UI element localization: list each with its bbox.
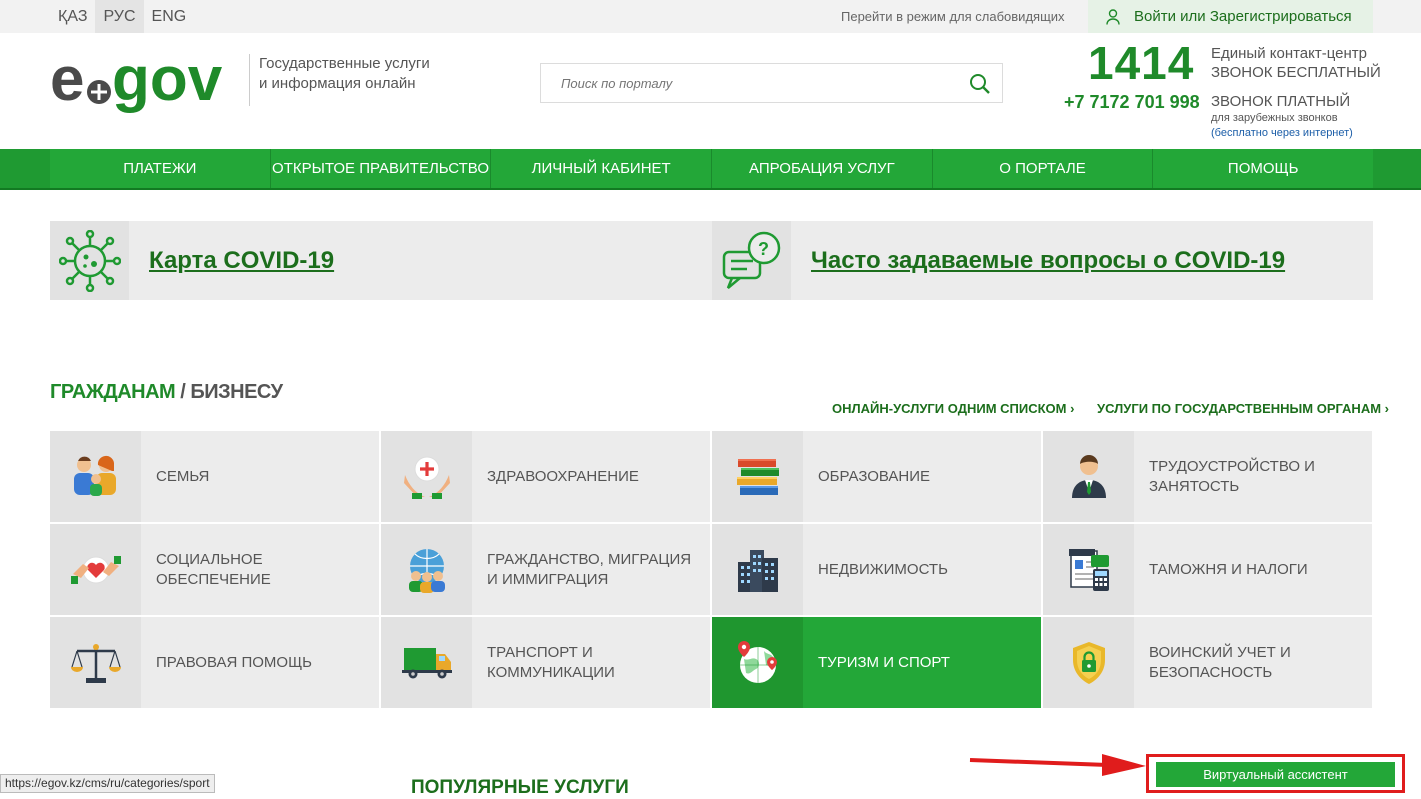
lang-rus[interactable]: РУС [95, 0, 144, 33]
free-internet-link[interactable]: (бесплатно через интернет) [1211, 127, 1353, 139]
tab-citizens[interactable]: ГРАЖДАНАМ [50, 381, 176, 403]
category-employment[interactable]: Трудоустройство и занятость [1043, 431, 1372, 522]
category-label: Воинский учет и безопасность [1149, 643, 1291, 681]
lang-eng[interactable]: ENG [144, 0, 195, 33]
category-label: Правовая помощь [156, 653, 312, 671]
search-icon[interactable] [968, 72, 992, 96]
tax-document-icon [1068, 548, 1109, 591]
category-grid: Семья Здравоохранение Образование Трудоу… [50, 431, 1373, 708]
category-military-security[interactable]: Воинский учет и безопасность [1043, 617, 1372, 708]
red-arrow-annotation [969, 754, 1146, 776]
covid-faq-link[interactable]: Часто задаваемые вопросы о COVID-19 [811, 247, 1285, 275]
tagline-line-2: и информация онлайн [259, 75, 416, 92]
egov-logo[interactable]: e gov [50, 52, 240, 116]
category-citizenship-migration[interactable]: Гражданство, миграция и иммиграция [381, 524, 710, 615]
svg-text:e: e [50, 52, 84, 114]
family-icon [73, 455, 116, 496]
category-label: Транспорт и коммуникации [487, 643, 615, 681]
category-label: Семья [156, 467, 210, 485]
login-button[interactable]: Войти или Зарегистрироваться [1088, 0, 1373, 33]
user-icon [1106, 8, 1120, 25]
online-services-list-link[interactable]: ОНЛАЙН-УСЛУГИ ОДНИМ СПИСКОМ › [832, 401, 1074, 416]
search-box [540, 63, 1003, 103]
status-bar-url: https://egov.kz/cms/ru/categories/sport [0, 774, 215, 793]
site-tagline: Государственные услуги и информация онла… [249, 54, 430, 106]
category-social-security[interactable]: Социальное обеспечение [50, 524, 379, 615]
truck-icon [401, 647, 452, 678]
tab-business[interactable]: БИЗНЕСУ [190, 381, 283, 403]
online-list-label: ОНЛАЙН-УСЛУГИ ОДНИМ СПИСКОМ [832, 401, 1067, 416]
category-label: Гражданство, миграция и иммиграция [487, 550, 692, 588]
contact-center-info: Единый контакт-центр ЗВОНОК БЕСПЛАТНЫЙ [1211, 44, 1381, 82]
paid-number[interactable]: +7 7172 701 998 [1064, 92, 1200, 113]
nav-help[interactable]: ПОМОЩЬ [1153, 149, 1373, 188]
category-label: Туризм и спорт [818, 653, 950, 671]
category-label: Недвижимость [818, 560, 948, 578]
category-legal-aid[interactable]: Правовая помощь [50, 617, 379, 708]
covid-map-link[interactable]: Карта COVID-19 [149, 247, 334, 275]
by-agency-label: УСЛУГИ ПО ГОСУДАРСТВЕННЫМ ОРГАНАМ [1097, 401, 1382, 416]
nav-open-government[interactable]: ОТКРЫТОЕ ПРАВИТЕЛЬСТВО [271, 149, 492, 188]
category-healthcare[interactable]: Здравоохранение [381, 431, 710, 522]
svg-text:gov: gov [112, 52, 223, 114]
faq-chat-icon: ? [722, 231, 780, 289]
search-input[interactable] [541, 64, 941, 102]
category-transport[interactable]: Транспорт и коммуникации [381, 617, 710, 708]
popular-services-heading: ПОПУЛЯРНЫЕ УСЛУГИ [411, 777, 629, 798]
nav-personal-cabinet[interactable]: ЛИЧНЫЙ КАБИНЕТ [491, 149, 713, 188]
covid-faq-banner[interactable]: ? Часто задаваемые вопросы о COVID-19 [712, 221, 1373, 300]
contact-center-label: Единый контакт-центр [1211, 45, 1368, 62]
category-real-estate[interactable]: Недвижимость [712, 524, 1041, 615]
category-label: Образование [818, 467, 931, 485]
healthcare-icon [403, 456, 450, 499]
category-label: Таможня и налоги [1149, 560, 1308, 578]
virtual-assistant-button[interactable]: Виртуальный ассистент [1156, 762, 1395, 787]
lang-kaz[interactable]: ҚАЗ [50, 0, 95, 33]
globe-pin-icon [737, 640, 777, 683]
tab-separator: / [175, 381, 191, 403]
paid-call-label: ЗВОНОК ПЛАТНЫЙ [1211, 93, 1351, 110]
tagline-line-1: Государственные услуги [259, 55, 430, 72]
assistant-highlight: Виртуальный ассистент [1146, 754, 1405, 793]
nav-service-testing[interactable]: АПРОБАЦИЯ УСЛУГ [712, 149, 933, 188]
globe-people-icon [408, 548, 445, 593]
login-label: Войти или Зарегистрироваться [1134, 8, 1352, 25]
buildings-icon [737, 549, 778, 592]
language-switcher: ҚАЗ РУС ENG [50, 0, 194, 33]
scales-icon [70, 643, 121, 683]
nav-payments[interactable]: ПЛАТЕЖИ [50, 149, 271, 188]
category-education[interactable]: Образование [712, 431, 1041, 522]
covid-map-banner[interactable]: Карта COVID-19 [50, 221, 712, 300]
audience-switcher: ГРАЖДАНАМ / БИЗНЕСУ [50, 381, 283, 404]
category-label: Трудоустройство и занятость [1149, 457, 1315, 495]
top-bar: ҚАЗ РУС ENG Перейти в режим для слабовид… [0, 0, 1421, 33]
svg-text:?: ? [758, 239, 769, 259]
books-icon [736, 458, 779, 495]
shield-lock-icon [1072, 641, 1105, 684]
free-call-label: ЗВОНОК БЕСПЛАТНЫЙ [1211, 64, 1381, 81]
chevron-right-icon: › [1384, 401, 1390, 416]
heart-hands-icon [70, 555, 121, 584]
chevron-right-icon: › [1070, 401, 1075, 416]
worker-icon [1071, 454, 1106, 498]
category-customs-taxes[interactable]: Таможня и налоги [1043, 524, 1372, 615]
nav-about[interactable]: О ПОРТАЛЕ [933, 149, 1154, 188]
virus-icon [58, 229, 121, 292]
main-nav: ПЛАТЕЖИ ОТКРЫТОЕ ПРАВИТЕЛЬСТВО ЛИЧНЫЙ КА… [0, 149, 1421, 190]
low-vision-link[interactable]: Перейти в режим для слабовидящих [841, 0, 1065, 33]
category-tourism-sport[interactable]: Туризм и спорт [712, 617, 1041, 708]
services-by-agency-link[interactable]: УСЛУГИ ПО ГОСУДАРСТВЕННЫМ ОРГАНАМ › [1097, 401, 1389, 416]
category-family[interactable]: Семья [50, 431, 379, 522]
foreign-calls-label: для зарубежных звонков [1211, 112, 1338, 124]
category-label: Здравоохранение [487, 467, 639, 485]
category-label: Социальное обеспечение [156, 550, 271, 588]
contact-number[interactable]: 1414 [1088, 36, 1194, 90]
